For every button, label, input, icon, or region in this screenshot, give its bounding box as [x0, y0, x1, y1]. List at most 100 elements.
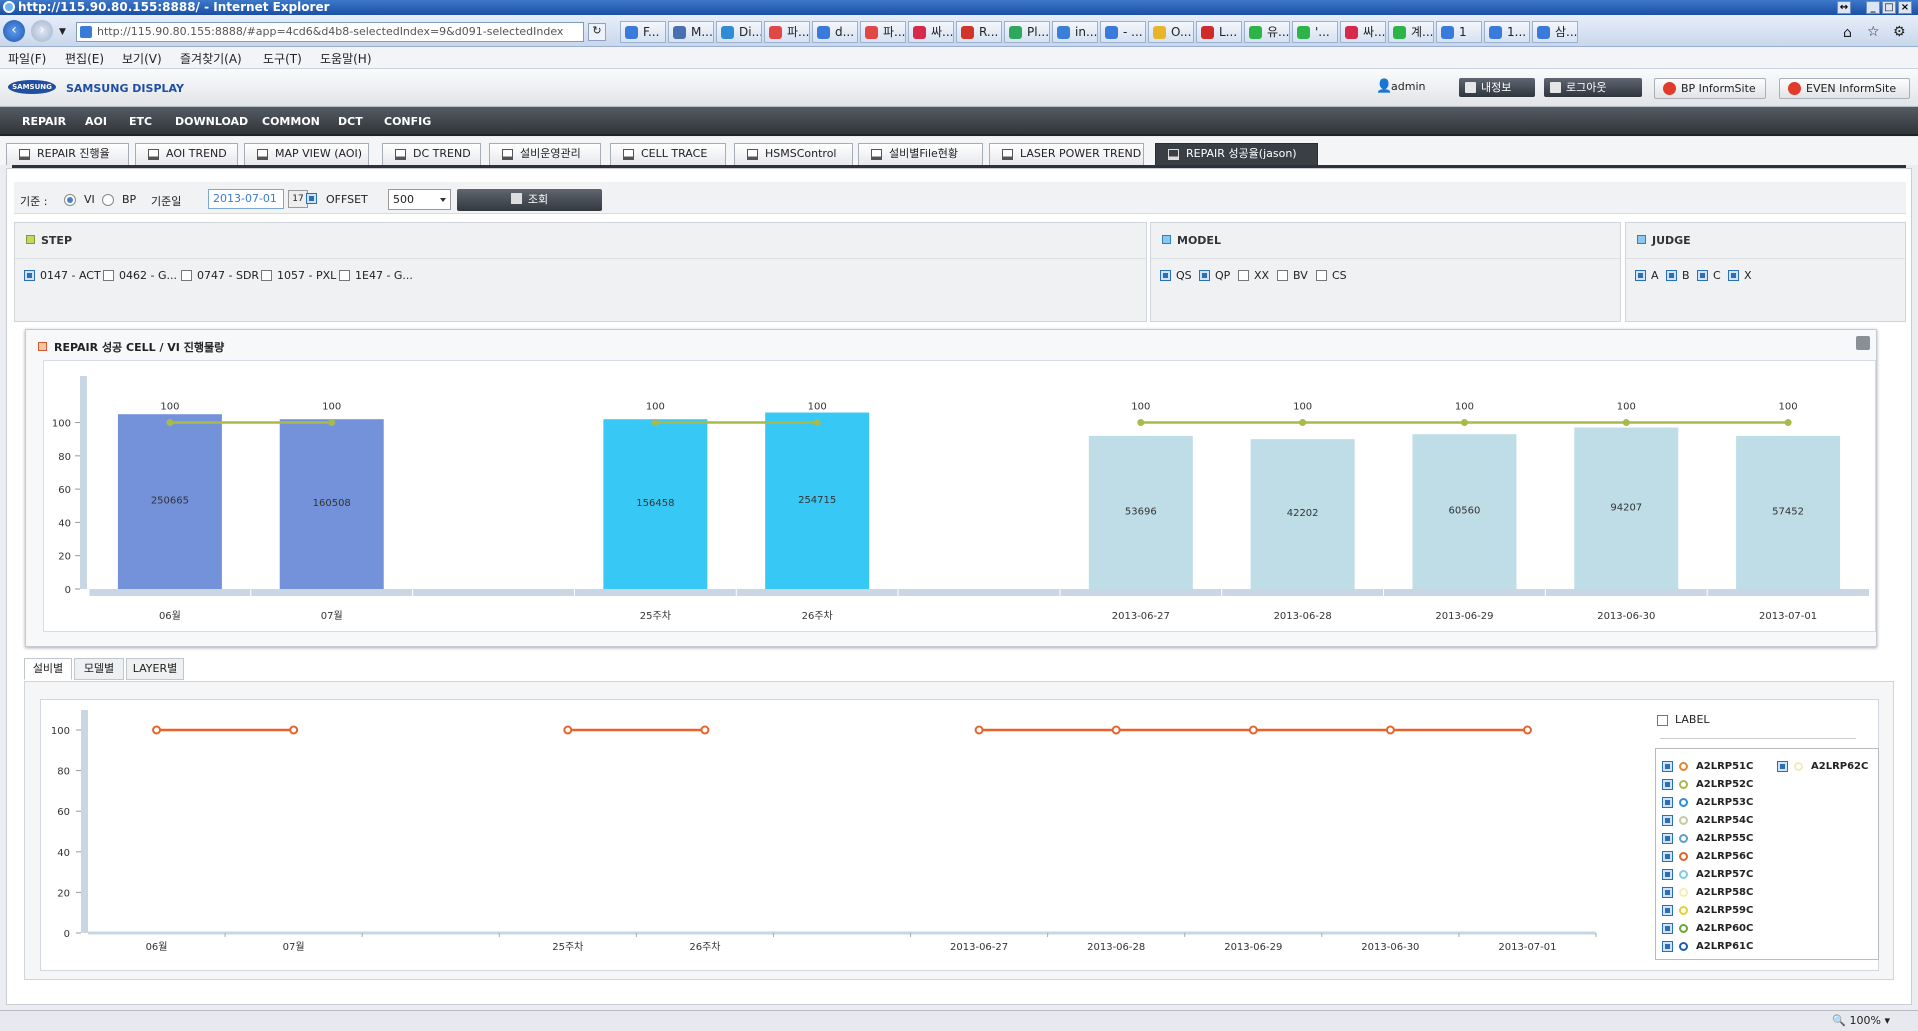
offset-checkbox[interactable]: [306, 193, 317, 204]
menu-favorites[interactable]: 즐겨찾기(A): [180, 50, 242, 67]
nav-config[interactable]: CONFIG: [384, 115, 431, 128]
legend-item[interactable]: A2LRP59C: [1662, 905, 1753, 916]
even-informsite-button[interactable]: EVEN InformSite: [1779, 78, 1910, 99]
browser-tab[interactable]: 파...: [860, 21, 906, 43]
legend-item[interactable]: A2LRP57C: [1662, 869, 1753, 880]
my-info-button[interactable]: 내정보: [1459, 78, 1535, 97]
checkbox[interactable]: [1662, 851, 1673, 862]
tab-dc-trend[interactable]: DC TREND: [382, 143, 481, 165]
legend-item[interactable]: A2LRP61C: [1662, 941, 1753, 952]
model-option[interactable]: QS: [1160, 269, 1192, 282]
nav-download[interactable]: DOWNLOAD: [175, 115, 248, 128]
collapse-icon[interactable]: [1856, 336, 1870, 350]
checkbox[interactable]: [1662, 905, 1673, 916]
history-dropdown-icon[interactable]: ▼: [59, 27, 66, 37]
tools-gear-icon[interactable]: ⚙: [1893, 24, 1906, 40]
browser-tab[interactable]: 싸...: [908, 21, 954, 43]
step-option[interactable]: 1E47 - G...: [339, 269, 413, 282]
judge-option[interactable]: C: [1697, 269, 1721, 282]
label-checkbox[interactable]: [1657, 715, 1668, 726]
checkbox[interactable]: [1777, 761, 1788, 772]
step-option[interactable]: 0747 - SDR: [181, 269, 259, 282]
legend-item[interactable]: A2LRP51C: [1662, 761, 1753, 772]
zoom-level[interactable]: 🔍 100% ▾: [1832, 1014, 1890, 1027]
tab-equipment-file[interactable]: 설비별File현황: [858, 143, 983, 165]
menu-edit[interactable]: 편집(E): [65, 50, 104, 67]
browser-tab[interactable]: in...: [1052, 21, 1098, 43]
home-icon[interactable]: ⌂: [1843, 25, 1852, 41]
bp-informsite-button[interactable]: BP InformSite: [1654, 78, 1766, 99]
browser-tab[interactable]: 계...: [1388, 21, 1434, 43]
checkbox[interactable]: [1238, 270, 1249, 281]
browser-tab[interactable]: '...: [1292, 21, 1338, 43]
address-bar[interactable]: http://115.90.80.155:8888/#app=4cd6&d4b8…: [76, 22, 584, 42]
checkbox[interactable]: [1728, 270, 1739, 281]
legend-item[interactable]: A2LRP54C: [1662, 815, 1753, 826]
checkbox[interactable]: [1666, 270, 1677, 281]
maximize-button[interactable]: □: [1882, 1, 1896, 14]
checkbox[interactable]: [1662, 941, 1673, 952]
checkbox[interactable]: [181, 270, 192, 281]
checkbox[interactable]: [1199, 270, 1210, 281]
checkbox[interactable]: [1697, 270, 1708, 281]
browser-tab[interactable]: 삼...: [1532, 21, 1578, 43]
nav-etc[interactable]: ETC: [129, 115, 152, 128]
checkbox[interactable]: [1662, 869, 1673, 880]
legend-item[interactable]: A2LRP55C: [1662, 833, 1753, 844]
browser-tab[interactable]: 유...: [1244, 21, 1290, 43]
model-option[interactable]: XX: [1238, 269, 1269, 282]
step-option[interactable]: 0462 - G...: [103, 269, 177, 282]
tab-map-view[interactable]: MAP VIEW (AOI): [244, 143, 369, 165]
model-option[interactable]: BV: [1277, 269, 1308, 282]
browser-tab[interactable]: d...: [812, 21, 858, 43]
nav-repair[interactable]: REPAIR: [22, 115, 66, 128]
nav-aoi[interactable]: AOI: [85, 115, 107, 128]
subtab-layer[interactable]: LAYER별: [126, 658, 184, 680]
browser-tab[interactable]: R...: [956, 21, 1002, 43]
checkbox[interactable]: [1662, 797, 1673, 808]
checkbox[interactable]: [1662, 761, 1673, 772]
radio-vi[interactable]: [64, 194, 76, 206]
menu-tools[interactable]: 도구(T): [263, 50, 302, 67]
checkbox[interactable]: [1635, 270, 1646, 281]
tab-cell-trace[interactable]: CELL TRACE: [610, 143, 726, 165]
legend-item[interactable]: A2LRP52C: [1662, 779, 1753, 790]
checkbox[interactable]: [339, 270, 350, 281]
offset-select[interactable]: 500: [388, 189, 451, 210]
back-button[interactable]: ‹: [3, 20, 25, 42]
legend-item[interactable]: A2LRP60C: [1662, 923, 1753, 934]
judge-option[interactable]: B: [1666, 269, 1690, 282]
model-option[interactable]: CS: [1316, 269, 1347, 282]
checkbox[interactable]: [1662, 815, 1673, 826]
tab-repair-success[interactable]: REPAIR 성공율(jason): [1155, 143, 1318, 165]
browser-tab[interactable]: 1: [1436, 21, 1482, 43]
calendar-icon[interactable]: 17: [288, 190, 308, 208]
browser-tab[interactable]: 1...: [1484, 21, 1530, 43]
nav-common[interactable]: COMMON: [262, 115, 320, 128]
date-input[interactable]: 2013-07-01: [208, 189, 284, 209]
forward-button[interactable]: ›: [31, 20, 53, 42]
search-button[interactable]: 조회: [457, 189, 602, 211]
browser-tab[interactable]: O...: [1148, 21, 1194, 43]
checkbox[interactable]: [1316, 270, 1327, 281]
browser-tab[interactable]: M...: [668, 21, 714, 43]
minimize-button[interactable]: _: [1866, 1, 1880, 14]
legend-item[interactable]: A2LRP53C: [1662, 797, 1753, 808]
subtab-model[interactable]: 모델별: [74, 658, 124, 680]
checkbox[interactable]: [1160, 270, 1171, 281]
tab-aoi-trend[interactable]: AOI TREND: [135, 143, 238, 165]
tab-hsms-control[interactable]: HSMSControl: [734, 143, 853, 165]
checkbox[interactable]: [1662, 779, 1673, 790]
checkbox[interactable]: [24, 270, 35, 281]
checkbox[interactable]: [1662, 833, 1673, 844]
menu-view[interactable]: 보기(V): [122, 50, 162, 67]
browser-tab[interactable]: - ...: [1100, 21, 1146, 43]
judge-option[interactable]: A: [1635, 269, 1659, 282]
browser-tab[interactable]: 파...: [764, 21, 810, 43]
checkbox[interactable]: [1662, 923, 1673, 934]
restore-icon[interactable]: ↔: [1837, 1, 1851, 14]
checkbox[interactable]: [103, 270, 114, 281]
legend-item[interactable]: A2LRP62C: [1777, 761, 1868, 772]
radio-bp[interactable]: [102, 194, 114, 206]
tab-laser-power[interactable]: LASER POWER TREND: [989, 143, 1144, 165]
